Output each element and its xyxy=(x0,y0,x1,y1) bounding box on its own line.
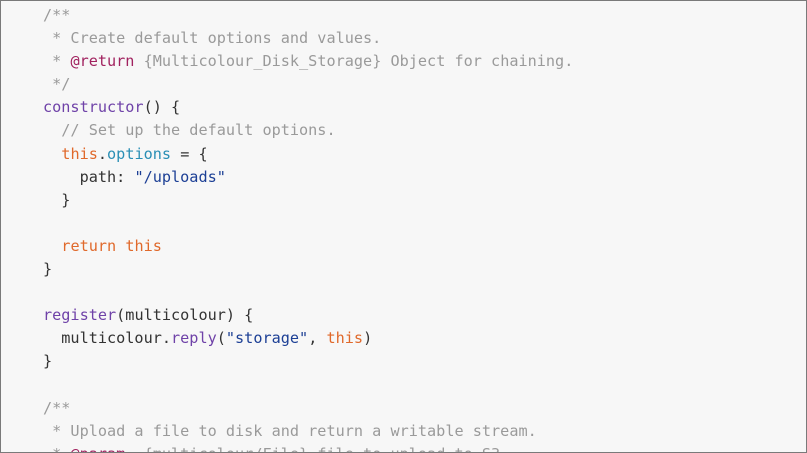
code-block: /** * Create default options and values.… xyxy=(43,4,573,452)
code-token-prop: options xyxy=(107,144,172,163)
code-line: return this xyxy=(43,235,573,258)
code-token-comment: // Set up the default options. xyxy=(43,121,336,140)
code-token-comment: * xyxy=(43,52,71,71)
code-viewer: /** * Create default options and values.… xyxy=(0,0,807,453)
code-line: * Upload a file to disk and return a wri… xyxy=(43,420,573,443)
code-line: constructor() { xyxy=(43,96,573,119)
code-token-tag: @return xyxy=(70,52,135,71)
code-line: multicolour.reply("storage", this) xyxy=(43,327,573,350)
code-token-plain: () { xyxy=(143,98,181,117)
code-token-comment: * Create default options and values. xyxy=(43,29,382,48)
code-token-str: "storage" xyxy=(225,329,309,348)
code-line: } xyxy=(43,189,573,212)
code-token-comment: */ xyxy=(43,75,71,94)
code-line: /** xyxy=(43,4,573,27)
code-line: */ xyxy=(43,73,573,96)
code-line: register(multicolour) { xyxy=(43,304,573,327)
code-token-this: this xyxy=(61,144,98,163)
code-token-plain: ( xyxy=(216,329,226,348)
code-token-plain: path: xyxy=(43,167,135,186)
code-token-this: this xyxy=(326,329,364,348)
code-token-plain: . xyxy=(97,144,108,163)
code-line: * @return {Multicolour_Disk_Storage} Obj… xyxy=(43,50,573,73)
code-token-comment: {multicolour/File} file to upload to S3 xyxy=(125,445,501,452)
code-token-comment: * Upload a file to disk and return a wri… xyxy=(43,421,537,440)
code-token-plain: } xyxy=(43,190,71,209)
code-token-this: this xyxy=(125,236,162,255)
code-token-plain: (multicolour) { xyxy=(116,306,254,325)
code-line: * Create default options and values. xyxy=(43,27,573,50)
code-token-comment: * xyxy=(43,445,70,452)
code-token-def: register xyxy=(43,306,117,325)
code-token-plain: = { xyxy=(171,144,208,163)
code-token-plain: , xyxy=(308,329,327,348)
code-token-comment: /** xyxy=(43,398,71,417)
code-line: } xyxy=(43,350,573,373)
code-token-def: reply xyxy=(171,329,217,348)
code-token-comment: {Multicolour_Disk_Storage} Object for ch… xyxy=(134,52,574,71)
code-token-tag: @param xyxy=(70,445,125,452)
code-line: } xyxy=(43,258,573,281)
code-token-comment: /** xyxy=(43,6,71,24)
code-token-str: "/uploads" xyxy=(134,167,226,186)
code-line: path: "/uploads" xyxy=(43,166,573,189)
code-token-def: constructor xyxy=(43,98,144,117)
code-line: * @param {multicolour/File} file to uplo… xyxy=(43,443,573,452)
code-token-kw: return xyxy=(61,236,117,255)
code-token-plain: ) xyxy=(363,329,373,348)
code-token-plain: multicolour. xyxy=(43,329,172,348)
code-line: /** xyxy=(43,397,573,420)
code-token-plain: } xyxy=(43,260,53,279)
code-line: this.options = { xyxy=(43,143,573,166)
code-token-plain: } xyxy=(43,352,53,371)
code-line: // Set up the default options. xyxy=(43,119,573,142)
